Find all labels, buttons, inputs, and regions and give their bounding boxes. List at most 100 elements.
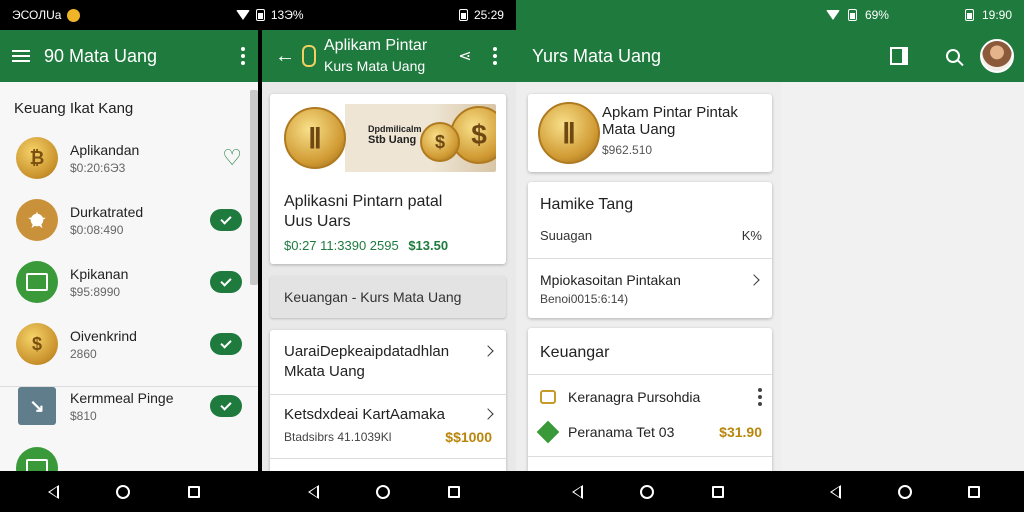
list-item[interactable]: $ Oivenkrind 2860 bbox=[0, 313, 258, 375]
list-item-value: $95:8990 bbox=[70, 284, 121, 299]
notification-icon bbox=[67, 8, 81, 22]
nav-home-icon-3[interactable] bbox=[640, 485, 654, 499]
screen2-detail-panel: Ⅱ $ $ Dpdmilicalm Stb Uang Aplikasni Pin… bbox=[262, 82, 516, 471]
check-toggle[interactable] bbox=[210, 395, 242, 417]
detail-item-title: UaraiDepkeaipdatadhlan bbox=[284, 343, 450, 360]
detail-list-item[interactable]: Ketsdxdeai KartAamaka Btadsibrs 41.1039K… bbox=[284, 406, 492, 445]
nav-recents-icon-2[interactable] bbox=[448, 486, 460, 498]
list-item[interactable]: ₿ Aplikandan $0:20:6Э3 ♡ bbox=[0, 127, 258, 189]
coin-icon: ₿ bbox=[16, 137, 58, 179]
nav-home-icon-2[interactable] bbox=[376, 485, 390, 499]
app-bar-2-subtitle: Kurs Mata Uang bbox=[324, 58, 426, 74]
app-bar-2-titles: Aplikam Pintar Kurs Mata Uang bbox=[324, 36, 427, 76]
list-item-name: Durkatrated bbox=[70, 203, 144, 220]
screen1-list-panel: Keuang Ikat Kang ₿ Aplikandan $0:20:6Э3 … bbox=[0, 82, 258, 471]
check-toggle[interactable] bbox=[210, 333, 242, 355]
finance-row[interactable]: Peranama Tet 03 $31.90 bbox=[536, 420, 762, 444]
chevron-right-icon[interactable] bbox=[748, 274, 760, 286]
nav-home-icon-4[interactable] bbox=[898, 485, 912, 499]
book-icon bbox=[890, 47, 908, 65]
coin-image: Ⅱ bbox=[538, 102, 600, 164]
check-toggle[interactable] bbox=[210, 209, 242, 231]
wallet-icon bbox=[540, 390, 556, 404]
detail-item-title-2: Mkata Uang bbox=[284, 363, 365, 380]
featured-card[interactable]: Ⅱ $ $ Dpdmilicalm Stb Uang Aplikasni Pin… bbox=[270, 94, 506, 264]
detail-list-item[interactable]: UaraiDepkeaipdatadhlan Mkata Uang bbox=[284, 342, 492, 382]
status-right-battery: 69% bbox=[864, 8, 889, 22]
arrow-left-icon: ← bbox=[275, 44, 295, 67]
back-button[interactable]: ← bbox=[270, 41, 300, 71]
detail-item-price: $$1000 bbox=[445, 429, 492, 445]
nav-back-icon-2[interactable] bbox=[308, 485, 319, 499]
info-card-item[interactable]: Mpiokasoitan Pintakan Benoi0015:6:14) bbox=[540, 272, 681, 306]
status-bar-right: 69% 19:90 bbox=[516, 0, 1024, 30]
coin-image-1: Ⅱ bbox=[284, 107, 346, 169]
navigation-bar bbox=[0, 471, 1024, 512]
summary-card-title: Apkam Pintar Pintak bbox=[602, 104, 738, 121]
screen3-panel: Ⅱ Apkam Pintar Pintak Mata Uang $962.510… bbox=[516, 82, 1024, 471]
more-vert-icon-3[interactable] bbox=[758, 388, 762, 406]
finance-row[interactable]: Keranagra Pursohdia bbox=[540, 388, 762, 406]
info-card-title: Hamike Tang bbox=[540, 196, 634, 213]
detail-item-sub: Btadsibrs 41.1039Kl bbox=[284, 430, 392, 444]
app-bar-1-title: 90 Mata Uang bbox=[44, 45, 158, 66]
screenshot: ЭСОЛUа 13Э% 25:29 69% 19:90 90 Mata Uang bbox=[0, 0, 1024, 512]
chart-icon: ↘ bbox=[18, 387, 56, 425]
list-item-value: $0:08:490 bbox=[70, 222, 124, 237]
nav-recents-icon-3[interactable] bbox=[712, 486, 724, 498]
info-row-value: K% bbox=[741, 228, 762, 243]
battery-icon-right bbox=[847, 9, 857, 21]
app-bar-3: Yurs Mata Uang bbox=[516, 30, 1024, 82]
nav-back-icon-4[interactable] bbox=[830, 485, 841, 499]
more-vert-icon bbox=[241, 47, 245, 65]
featured-card-title: Aplikasni Pintarn patal bbox=[284, 193, 443, 210]
empty-content-area bbox=[781, 82, 1024, 471]
featured-card-price: $0:27 11:3390 2595 bbox=[284, 238, 399, 253]
info-row-label: Suuagan bbox=[540, 228, 593, 243]
featured-card-title-2: Uus Uars bbox=[284, 213, 351, 230]
nav-back-icon[interactable] bbox=[48, 485, 59, 499]
info-item-title: Mpiokasoitan Pintakan bbox=[540, 272, 681, 288]
list-item[interactable]: Kpikanan $95:8990 bbox=[0, 251, 258, 313]
scrollbar[interactable] bbox=[250, 90, 258, 285]
banner-text-line2: Stb Uang bbox=[368, 134, 417, 146]
section-header-label: Keuangan - Kurs Mata Uang bbox=[284, 289, 462, 305]
bookmark-button[interactable] bbox=[884, 41, 914, 71]
heart-icon[interactable]: ♡ bbox=[222, 145, 242, 171]
list-item-value: $0:20:6Э3 bbox=[70, 160, 126, 175]
check-toggle[interactable] bbox=[210, 271, 242, 293]
summary-card[interactable]: Ⅱ Apkam Pintar Pintak Mata Uang $962.510 bbox=[528, 94, 772, 172]
avatar[interactable] bbox=[980, 39, 1014, 73]
nav-home-icon[interactable] bbox=[116, 485, 130, 499]
share-button[interactable]: ⋖ bbox=[450, 41, 480, 71]
menu-icon[interactable] bbox=[12, 50, 30, 62]
finance-card: Keuangar Keranagra Pursohdia Peranama Te… bbox=[528, 328, 772, 471]
search-button[interactable] bbox=[938, 41, 968, 71]
app-bar-1: 90 Mata Uang bbox=[0, 30, 258, 82]
star-coin-icon: ★ bbox=[16, 199, 58, 241]
status-right-time: 19:90 bbox=[981, 8, 1012, 22]
overflow-menu-button[interactable] bbox=[228, 41, 258, 71]
finance-row-value: $31.90 bbox=[719, 424, 762, 440]
info-card-row: Suuagan K% bbox=[540, 228, 762, 243]
divider bbox=[528, 456, 772, 457]
wifi-icon-right bbox=[825, 10, 840, 20]
app-bar-2: ← Aplikam Pintar Kurs Mata Uang ⋖ bbox=[262, 30, 516, 82]
list-item-name: Kermmeal Pinge bbox=[70, 389, 174, 406]
nav-back-icon-3[interactable] bbox=[572, 485, 583, 499]
list-item-partial[interactable] bbox=[0, 437, 258, 471]
nav-recents-icon[interactable] bbox=[188, 486, 200, 498]
nav-recents-icon-4[interactable] bbox=[968, 486, 980, 498]
list-item-name: Kpikanan bbox=[70, 265, 129, 282]
info-item-sub: Benoi0015:6:14) bbox=[540, 292, 629, 306]
status-left-percent: 13Э% bbox=[270, 8, 304, 22]
list-item[interactable]: ↘ Kermmeal Pinge $810 bbox=[0, 375, 258, 437]
section-header[interactable]: Keuangan - Kurs Mata Uang bbox=[270, 276, 506, 318]
partial-item-icon bbox=[16, 447, 58, 471]
featured-card-price-highlight: $13.50 bbox=[408, 238, 449, 253]
overflow-menu-button-2[interactable] bbox=[480, 41, 510, 71]
app-bar-3-title: Yurs Mata Uang bbox=[532, 45, 662, 66]
list-item-name: Oivenkrind bbox=[70, 327, 137, 344]
finance-row-label: Peranama Tet 03 bbox=[568, 424, 675, 440]
list-item[interactable]: ★ Durkatrated $0:08:490 bbox=[0, 189, 258, 251]
